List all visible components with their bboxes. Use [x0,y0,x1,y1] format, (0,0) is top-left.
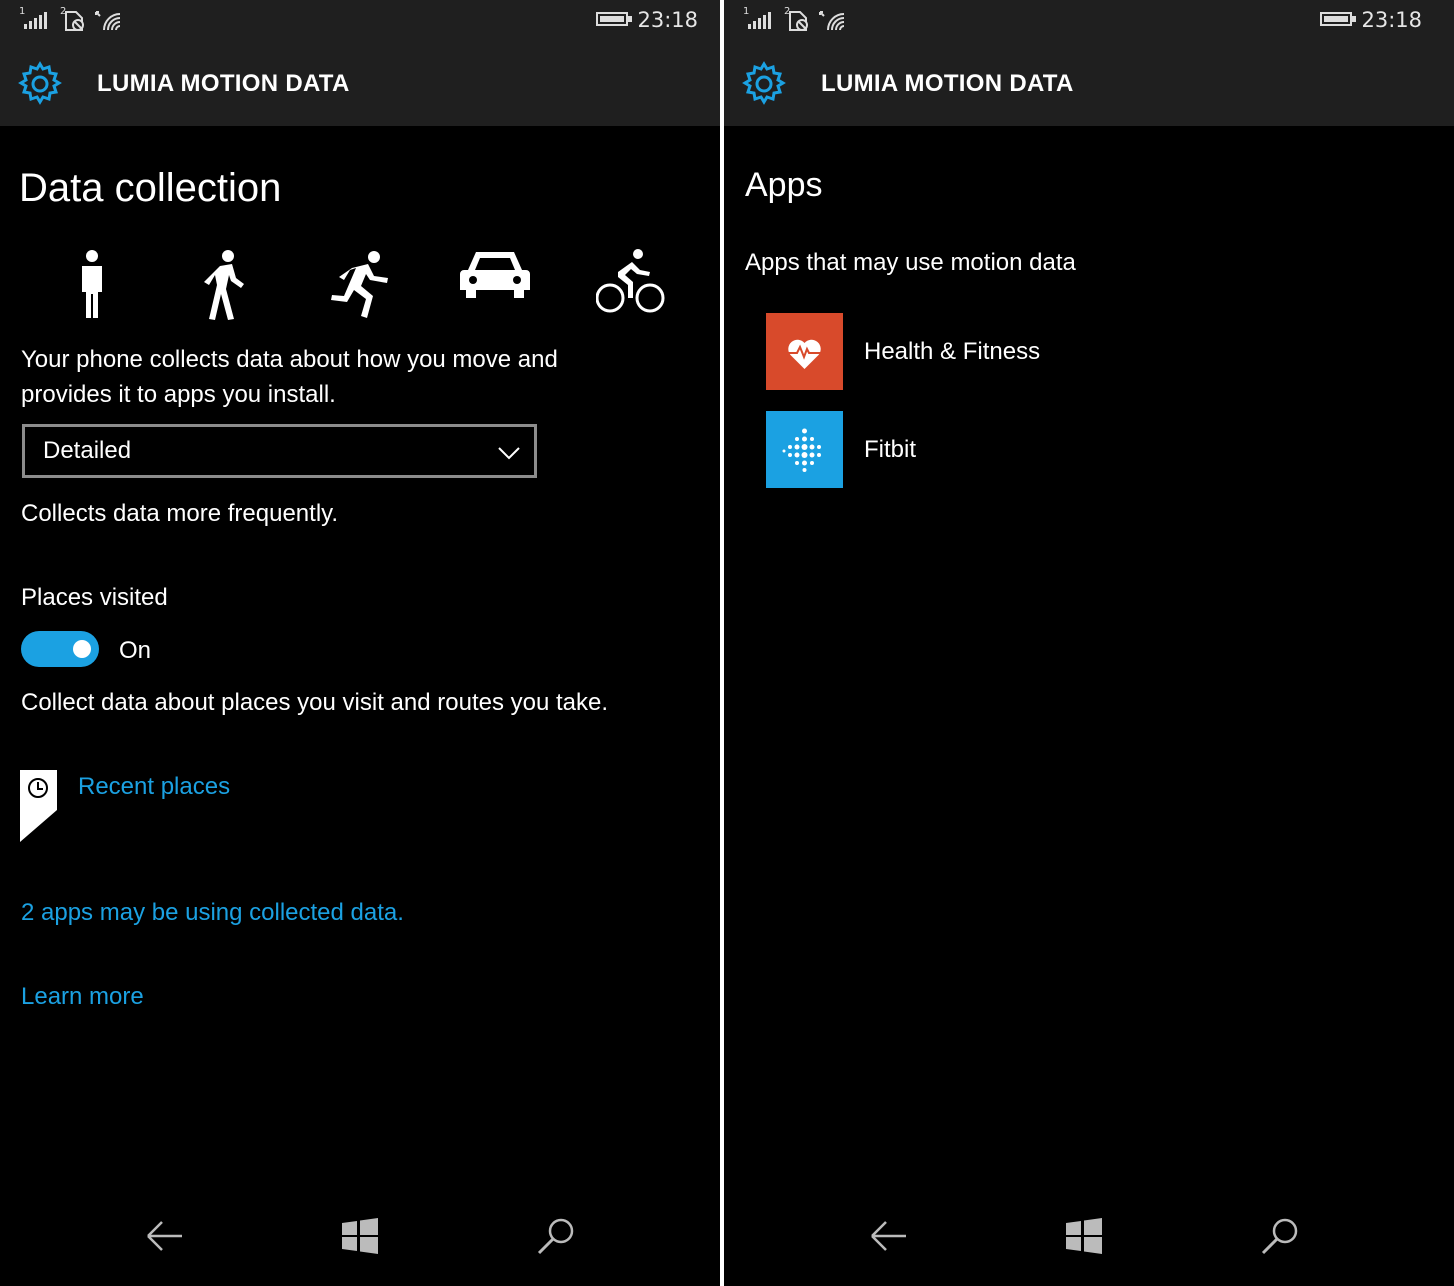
description-line1: Your phone collects data about how you m… [21,346,558,373]
recent-places-icon[interactable] [20,770,57,842]
running-icon [331,251,388,318]
app-title: LUMIA MOTION DATA [97,70,350,97]
standing-icon [82,250,102,318]
wifi-icon [95,11,121,31]
chevron-down-icon [498,447,520,460]
description-line2: provides it to apps you install. [21,381,336,408]
places-visited-toggle[interactable] [21,631,99,667]
toggle-knob [73,640,91,658]
app-name: Health & Fitness [864,338,1041,365]
back-arrow-icon[interactable] [144,1216,184,1256]
fitbit-logo-icon [782,428,821,472]
health-fitness-tile [766,313,843,390]
windows-start-icon[interactable] [340,1216,380,1256]
fitbit-tile [766,411,843,488]
dropdown-value: Detailed [43,437,132,464]
dropdown-help-text: Collects data more frequently. [21,500,339,527]
search-icon[interactable] [536,1216,576,1256]
walking-icon [204,250,244,320]
clock: 23:18 [1361,8,1422,32]
page-title: Apps [745,166,823,204]
cycling-icon [596,249,665,313]
wifi-icon [819,11,845,31]
battery-tip [628,16,632,22]
windows-start-icon[interactable] [1064,1216,1104,1256]
recent-places-link[interactable]: Recent places [78,769,230,804]
sim1-label: 1 [743,6,749,17]
battery-tip [1352,16,1356,22]
right-screen: 1 2 23:18 LUMIA MOTION DATA Apps Apps th… [724,0,1454,1286]
left-screen: 1 2 23:18 LUMIA MOTION DATA Data collect… [0,0,720,1286]
battery-icon [596,12,628,26]
gear-icon [742,61,786,105]
title-bar: LUMIA MOTION DATA [0,42,720,126]
motion-icons-row [60,248,680,328]
back-arrow-icon[interactable] [868,1216,908,1256]
sim-blocked-icon [65,11,84,31]
status-icons: 1 2 [743,6,845,31]
app-title: LUMIA MOTION DATA [821,70,1074,97]
car-icon [460,252,530,298]
clock: 23:18 [637,8,698,32]
page-title: Data collection [19,166,282,210]
status-bar: 1 2 23:18 [0,0,720,42]
status-bar: 1 2 23:18 [724,0,1454,42]
sim-blocked-icon [789,11,808,31]
apps-using-data-link[interactable]: 2 apps may be using collected data. [21,895,404,930]
learn-more-link[interactable]: Learn more [21,979,144,1014]
gear-icon [18,61,62,105]
toggle-state-label: On [119,637,152,664]
signal-icon [748,12,771,29]
apps-subheading: Apps that may use motion data [745,249,1076,276]
status-icons: 1 2 [19,6,121,31]
title-bar: LUMIA MOTION DATA [724,42,1454,126]
search-icon[interactable] [1260,1216,1300,1256]
app-name: Fitbit [864,436,917,463]
signal-icon [24,12,47,29]
places-help-text: Collect data about places you visit and … [21,689,609,716]
places-visited-label: Places visited [21,584,168,611]
heart-pulse-icon [788,339,821,369]
sim1-label: 1 [19,6,25,17]
collection-level-dropdown[interactable]: Detailed [22,424,537,478]
battery-icon [1320,12,1352,26]
